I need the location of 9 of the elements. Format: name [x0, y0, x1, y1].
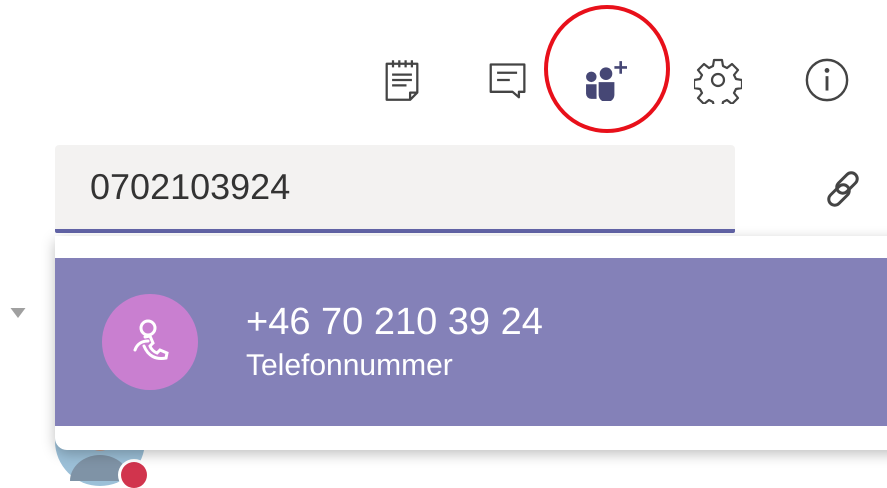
- notes-icon[interactable]: [384, 58, 420, 102]
- search-field[interactable]: 0702103924: [55, 145, 735, 233]
- settings-icon[interactable]: [694, 56, 742, 104]
- phone-number: +46 70 210 39 24: [246, 300, 543, 345]
- collapse-caret-icon[interactable]: [10, 308, 26, 318]
- phone-number-type: Telefonnummer: [246, 348, 454, 384]
- info-icon[interactable]: [804, 57, 850, 103]
- phone-contact-icon: [102, 294, 198, 390]
- suggestion-item[interactable]: +46 70 210 39 24 Telefonnummer: [55, 258, 887, 426]
